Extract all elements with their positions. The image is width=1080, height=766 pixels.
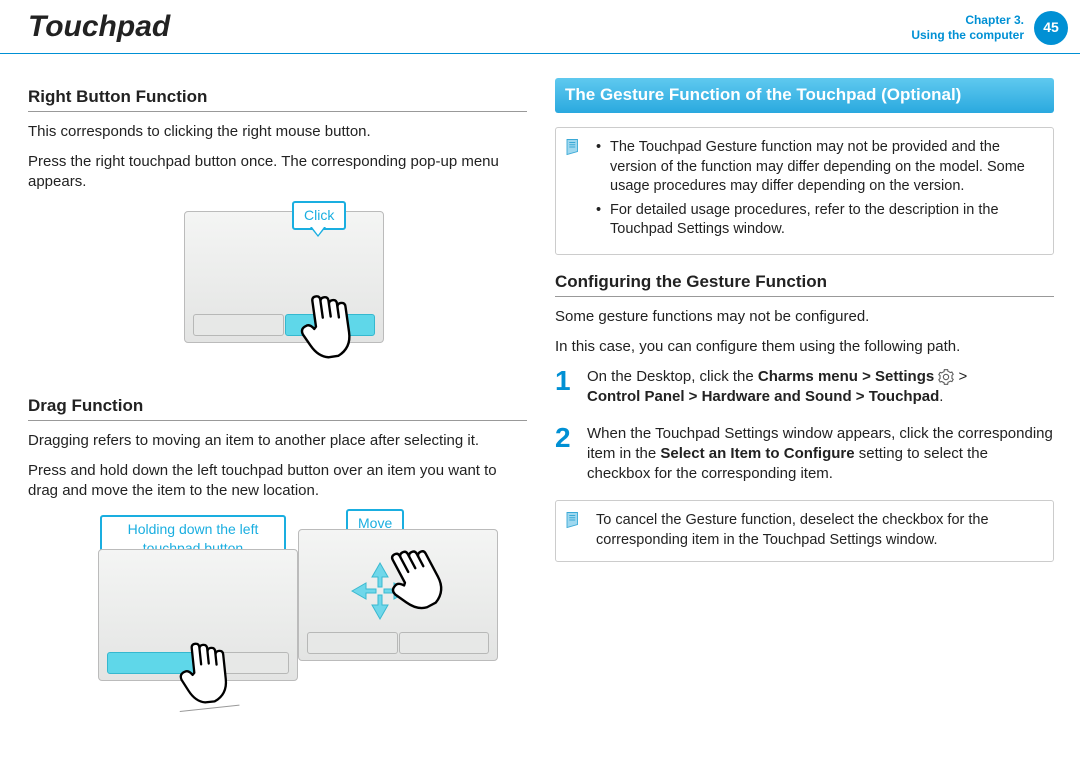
- step-2-number: 2: [555, 424, 577, 485]
- page-number-badge: 45: [1034, 11, 1068, 45]
- step-2-body: When the Touchpad Settings window appear…: [587, 424, 1054, 485]
- step-1-body: On the Desktop, click the Charms menu > …: [587, 367, 1054, 408]
- configure-heading: Configuring the Gesture Function: [555, 271, 1054, 297]
- hand-icon: [173, 636, 240, 712]
- drag-illustration: Holding down the left touchpad button Mo…: [28, 511, 527, 711]
- drag-desc2: Press and hold down the left touchpad bu…: [28, 461, 527, 502]
- header-meta: Chapter 3. Using the computer 45: [911, 11, 1080, 45]
- configure-p2: In this case, you can configure them usi…: [555, 337, 1054, 357]
- callout-click: Click: [292, 201, 346, 230]
- left-column: Right Button Function This corresponds t…: [28, 78, 527, 731]
- note-icon: [564, 138, 582, 156]
- drag-desc1: Dragging refers to moving an item to ano…: [28, 431, 527, 451]
- right-column: The Gesture Function of the Touchpad (Op…: [555, 78, 1054, 731]
- configure-p1: Some gesture functions may not be config…: [555, 307, 1054, 327]
- settings-gear-icon: [938, 369, 954, 385]
- right-button-heading: Right Button Function: [28, 86, 527, 112]
- note-bullet2: For detailed usage procedures, refer to …: [596, 201, 1041, 240]
- chapter-number: Chapter 3.: [965, 13, 1024, 27]
- cancel-note-box: To cancel the Gesture function, deselect…: [555, 500, 1054, 561]
- drag-heading: Drag Function: [28, 395, 527, 421]
- chapter-section: Using the computer: [911, 28, 1024, 42]
- step-1: 1 On the Desktop, click the Charms menu …: [555, 367, 1054, 408]
- right-button-desc2: Press the right touchpad button once. Th…: [28, 152, 527, 193]
- right-click-illustration: Click: [28, 205, 527, 375]
- step-1-number: 1: [555, 367, 577, 408]
- step-2: 2 When the Touchpad Settings window appe…: [555, 424, 1054, 485]
- gesture-note-box: The Touchpad Gesture function may not be…: [555, 127, 1054, 255]
- note-bullet1: The Touchpad Gesture function may not be…: [596, 138, 1041, 197]
- cancel-note-text: To cancel the Gesture function, deselect…: [596, 512, 989, 548]
- touchpad-left-button: [193, 314, 284, 336]
- page-title: Touchpad: [28, 7, 170, 48]
- gesture-banner: The Gesture Function of the Touchpad (Op…: [555, 78, 1054, 113]
- hand-icon: [293, 287, 362, 365]
- callout-click-label: Click: [304, 207, 334, 223]
- page-header: Touchpad Chapter 3. Using the computer 4…: [0, 0, 1080, 54]
- chapter-label: Chapter 3. Using the computer: [911, 13, 1024, 43]
- note-icon: [564, 511, 582, 529]
- content-area: Right Button Function This corresponds t…: [0, 54, 1080, 741]
- right-button-desc1: This corresponds to clicking the right m…: [28, 122, 527, 142]
